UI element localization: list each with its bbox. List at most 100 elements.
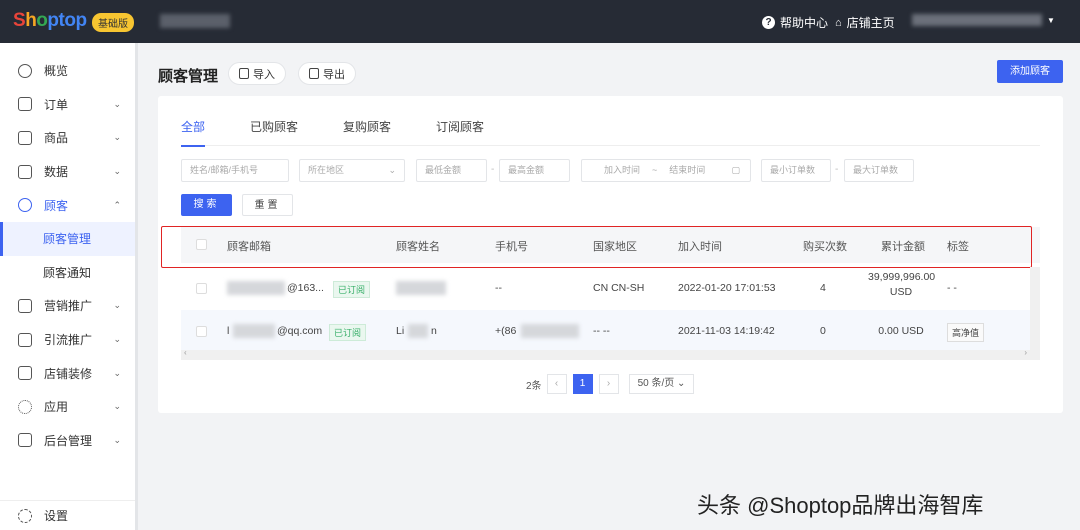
prev-page-button[interactable]: ‹ [546, 374, 567, 394]
account-menu[interactable]: ▼ [912, 14, 1055, 26]
sidebar-item-customer-notifications[interactable]: 顾客通知 [0, 256, 135, 290]
top-bar: Shoptop 基础版 ? 帮助中心 ⌂ 店铺主页 ▼ [0, 0, 1080, 43]
add-customer-button[interactable]: 添加顾客 [997, 60, 1063, 83]
table-row[interactable]: @163... 已订阅 -- CN CN-SH 2022-01-20 17:01… [181, 267, 1040, 310]
label: 引流推广 [44, 333, 93, 348]
plan-badge: 基础版 [92, 13, 134, 32]
label: 导出 [323, 68, 345, 81]
help-center-link[interactable]: ? 帮助中心 [762, 14, 828, 31]
name-suffix: n [431, 325, 437, 337]
sidebar-item-customer-management[interactable]: 顾客管理 [0, 221, 135, 256]
help-icon: ? [762, 16, 775, 29]
tab-subscribed[interactable]: 订阅顾客 [436, 118, 484, 146]
amount: 39,999,996.00 [868, 271, 936, 283]
sidebar-item-overview[interactable]: 概览 [0, 54, 135, 88]
keyword-input[interactable]: 姓名/邮箱/手机号 [181, 159, 289, 182]
row-checkbox[interactable] [196, 283, 207, 294]
import-button[interactable]: 导入 [228, 62, 286, 85]
chevron-down-icon: ⌄ [113, 132, 121, 143]
search-button[interactable]: 搜索 [181, 194, 232, 216]
chevron-down-icon: ⌄ [113, 401, 121, 412]
currency: USD [889, 286, 913, 298]
page-size-select[interactable]: 50 条/页 ⌄ [628, 374, 695, 394]
end-placeholder: 结束时间 [669, 165, 706, 175]
max-amount-input[interactable]: 最高金额 [499, 159, 570, 182]
traffic-icon [18, 332, 32, 347]
range-dash: - [835, 164, 839, 175]
orders: 4 [820, 282, 826, 294]
date-range-picker[interactable]: 加入时间 ~ 结束时间 ▢ [581, 159, 751, 182]
tab-purchased[interactable]: 已购顾客 [250, 118, 298, 146]
reset-button[interactable]: 重置 [242, 194, 293, 216]
subscribed-badge: 已订阅 [333, 281, 371, 298]
highlight-box [161, 226, 1032, 268]
store-home-link[interactable]: ⌂ 店铺主页 [835, 14, 895, 31]
horizontal-scrollbar[interactable]: ‹ › [181, 348, 1040, 360]
max-orders-input[interactable]: 最大订单数 [844, 159, 914, 182]
email-blurred [233, 324, 275, 338]
email-prefix: l [227, 325, 230, 337]
region: CN CN-SH [593, 282, 645, 294]
sidebar-item-apps[interactable]: 应用 ⌄ [0, 390, 135, 424]
sidebar-item-admin[interactable]: 后台管理 ⌄ [0, 424, 135, 458]
label: 商品 [44, 131, 69, 146]
range-dash: - [491, 164, 495, 175]
user-icon [18, 198, 32, 213]
sidebar-item-marketing[interactable]: 营销推广 ⌄ [0, 289, 135, 323]
sidebar-item-orders[interactable]: 订单 ⌄ [0, 88, 135, 122]
sidebar-item-customers[interactable]: 顾客 ⌃ [0, 188, 135, 222]
export-button[interactable]: 导出 [298, 62, 356, 85]
tab-all[interactable]: 全部 [181, 118, 206, 147]
subscribed-badge: 已订阅 [329, 324, 367, 341]
joined: 2021-11-03 14:19:42 [678, 325, 775, 337]
calendar-icon: ▢ [731, 165, 740, 175]
watermark: 头条 @Shoptop品牌出海智库 [697, 493, 984, 518]
label: 后台管理 [44, 433, 93, 448]
name-blurred [396, 281, 446, 295]
label: 概览 [44, 64, 69, 79]
vertical-scrollbar[interactable] [1030, 267, 1040, 350]
label: 订单 [44, 97, 69, 112]
settings-item[interactable]: 设置 [0, 500, 135, 530]
export-icon [309, 68, 319, 79]
min-amount-input[interactable]: 最低金额 [416, 159, 487, 182]
label: 数据 [44, 165, 69, 180]
compass-icon [18, 63, 32, 78]
chevron-down-icon: ⌄ [113, 434, 121, 445]
store-name-blurred [160, 14, 230, 28]
label: 顾客管理 [43, 232, 92, 247]
chevron-down-icon: ⌄ [113, 300, 121, 311]
sidebar-item-data[interactable]: 数据 ⌄ [0, 155, 135, 189]
placeholder: 所在地区 [308, 165, 345, 175]
page-size-value: 50 条/页 [637, 378, 675, 389]
min-orders-input[interactable]: 最小订单数 [761, 159, 831, 182]
region-select[interactable]: 所在地区 ⌄ [299, 159, 405, 182]
label: 应用 [44, 400, 69, 415]
row-checkbox[interactable] [196, 326, 207, 337]
total-count: 2条 [526, 380, 542, 392]
label: 导入 [253, 68, 275, 81]
order-icon [18, 97, 32, 112]
phone: +(86 [495, 325, 517, 337]
sidebar-item-products[interactable]: 商品 ⌄ [0, 121, 135, 155]
label: 顾客 [44, 198, 69, 213]
name: Li [396, 325, 405, 337]
chevron-down-icon: ⌄ [113, 367, 121, 378]
sidebar-item-traffic[interactable]: 引流推广 ⌄ [0, 323, 135, 357]
tab-repeat[interactable]: 复购顾客 [343, 118, 391, 146]
tag-badge: 高净值 [947, 323, 985, 342]
email-blurred [227, 281, 285, 295]
start-placeholder: 加入时间 [604, 165, 641, 175]
orders: 0 [820, 325, 826, 337]
home-icon: ⌂ [835, 16, 842, 29]
logo[interactable]: Shoptop [13, 10, 87, 32]
table-row[interactable]: l @qq.com 已订阅 Li n +(86 -- -- 2021-11-03… [181, 310, 1040, 353]
store-home-label: 店铺主页 [846, 16, 895, 30]
pagination: 2条 ‹ 1 › 50 条/页 ⌄ [526, 374, 695, 394]
next-page-button[interactable]: › [598, 374, 619, 394]
gear-icon [18, 508, 32, 523]
sidebar-item-store-design[interactable]: 店铺装修 ⌄ [0, 356, 135, 390]
page-title: 顾客管理 [158, 68, 219, 85]
name-blurred [408, 324, 428, 338]
page-1-button[interactable]: 1 [572, 374, 593, 394]
